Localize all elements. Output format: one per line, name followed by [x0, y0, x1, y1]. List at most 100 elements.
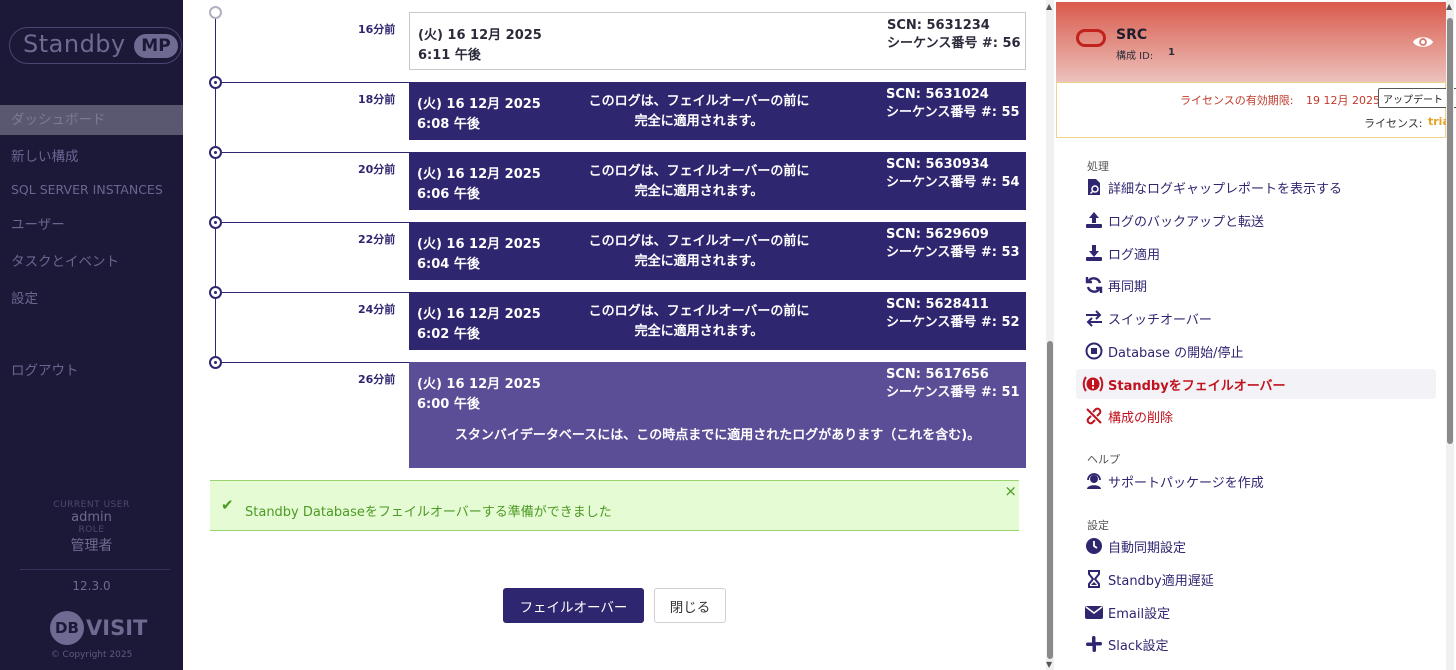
scroll-up-icon[interactable]: ▲: [1046, 2, 1052, 11]
failover-dialog: 16分前 (火) 16 12月 2025 6:11 午後 SCN: 563123…: [183, 0, 1054, 670]
log-note: このログは、フェイルオーバーの前に 完全に適用されます。: [588, 234, 810, 269]
eye-icon[interactable]: [1412, 32, 1434, 52]
time-ago: 18分前: [358, 93, 396, 106]
support-agent-icon: [1087, 473, 1101, 489]
config-name: SRC: [1116, 27, 1148, 43]
delete-config-action[interactable]: 構成の削除: [1084, 401, 1436, 429]
log-card-56: (火) 16 12月 2025 6:11 午後 SCN: 5631234 シーケ…: [409, 12, 1026, 70]
sidebar-item-users[interactable]: ユーザー: [0, 210, 183, 240]
failover-button[interactable]: フェイルオーバー: [503, 588, 644, 623]
config-status-icon: [1076, 29, 1106, 47]
logo-badge: MP: [134, 34, 178, 58]
standby-mp-logo[interactable]: Standby MP: [9, 27, 182, 64]
download-icon: [1086, 245, 1102, 261]
timeline-connector: [222, 82, 409, 83]
success-alert: ✔ Standby Databaseをフェイルオーバーする準備ができました ×: [210, 480, 1019, 531]
log-card-51: (火) 16 12月 2025 6:00 午後 SCN: 5617656 シーケ…: [409, 362, 1026, 468]
dbvisit-logo: DB VISIT: [50, 611, 150, 645]
sidebar-item-settings[interactable]: 設定: [0, 284, 183, 314]
log-scn: SCN: 5631024 シーケンス番号 #: 55: [886, 87, 1020, 120]
auto-sync-settings-action[interactable]: 自動同期設定: [1084, 531, 1436, 559]
sidebar-item-new-config[interactable]: 新しい構成: [0, 142, 183, 172]
log-date: (火) 16 12月 2025 6:11 午後: [418, 28, 542, 63]
unlink-icon: [1086, 407, 1102, 425]
scroll-down-icon[interactable]: ▼: [1046, 660, 1052, 669]
main-scrollbar-track[interactable]: ▲ ▼: [1046, 0, 1054, 670]
sidebar-divider: [20, 569, 170, 570]
current-user-label: CURRENT USER: [53, 500, 130, 510]
time-ago: 26分前: [358, 373, 396, 386]
log-backup-transfer-action[interactable]: ログのバックアップと転送: [1084, 205, 1436, 233]
log-apply-action[interactable]: ログ適用: [1084, 238, 1436, 266]
log-card-54: (火) 16 12月 2025 6:06 午後 このログは、フェイルオーバーの前…: [409, 152, 1026, 210]
panel-scrollbar[interactable]: ▲: [1446, 0, 1454, 670]
log-card-52: (火) 16 12月 2025 6:02 午後 このログは、フェイルオーバーの前…: [409, 292, 1026, 350]
timeline-connector: [222, 362, 409, 363]
log-date: (火) 16 12月 2025 6:06 午後: [417, 167, 541, 202]
copyright: © Copyright 2025: [50, 650, 133, 660]
log-note: このログは、フェイルオーバーの前に 完全に適用されます。: [588, 164, 810, 199]
panel-scroll-up-icon[interactable]: ▲: [1446, 2, 1452, 11]
close-button[interactable]: 閉じる: [654, 588, 726, 623]
clock-icon: [1086, 538, 1102, 554]
log-scn: SCN: 5630934 シーケンス番号 #: 54: [886, 157, 1020, 190]
license-type-label: ライセンス:: [1364, 117, 1423, 130]
log-scn: SCN: 5617656 シーケンス番号 #: 51: [886, 367, 1020, 400]
sync-icon: [1085, 277, 1103, 293]
logo-text: Standby: [23, 30, 126, 58]
log-date: (火) 16 12月 2025 6:08 午後: [417, 97, 541, 132]
license-update-button[interactable]: アップデート: [1378, 88, 1456, 108]
main-scrollbar-thumb[interactable]: [1047, 341, 1053, 659]
check-icon: ✔: [221, 496, 234, 514]
dbvisit-logo-mark: DB: [50, 611, 84, 645]
panel-scrollbar-thumb[interactable]: [1447, 18, 1453, 444]
sidebar-item-sql-server-instances[interactable]: SQL SERVER INSTANCES: [0, 175, 183, 205]
sidebar-item-tasks-events[interactable]: タスクとイベント: [0, 247, 183, 277]
current-user-block: CURRENT USER admin ROLE 管理者: [0, 500, 183, 555]
log-date: (火) 16 12月 2025 6:02 午後: [417, 307, 541, 342]
log-date: (火) 16 12月 2025 6:04 午後: [417, 237, 541, 272]
resync-action[interactable]: 再同期: [1084, 270, 1436, 298]
slack-settings-action[interactable]: Slack設定: [1084, 629, 1436, 657]
app-window: Standby MP ダッシュボード 新しい構成 SQL SERVER INST…: [0, 0, 1456, 670]
sidebar: Standby MP ダッシュボード 新しい構成 SQL SERVER INST…: [0, 0, 183, 670]
envelope-icon: [1085, 606, 1103, 619]
log-scn: SCN: 5631234 シーケンス番号 #: 56: [887, 18, 1021, 51]
sidebar-item-dashboard[interactable]: ダッシュボード: [0, 105, 183, 135]
timeline-dot: [209, 356, 222, 369]
log-scn: SCN: 5628411 シーケンス番号 #: 52: [886, 297, 1020, 330]
sidebar-item-logout[interactable]: ログアウト: [0, 356, 183, 386]
log-scn: SCN: 5629609 シーケンス番号 #: 53: [886, 227, 1020, 260]
timeline-dot: [209, 146, 222, 159]
timeline-dot: [209, 6, 222, 19]
standby-applied-note: スタンバイデータベースには、この時点までに適用されたログがあります（これを含む)…: [454, 428, 981, 443]
email-settings-action[interactable]: Email設定: [1084, 597, 1436, 625]
switchover-action[interactable]: スイッチオーバー: [1084, 303, 1436, 331]
timeline-dot: [209, 216, 222, 229]
config-id-label: 構成 ID:: [1116, 51, 1154, 62]
standby-failover-action[interactable]: Standbyをフェイルオーバー: [1076, 369, 1436, 399]
log-date: (火) 16 12月 2025 6:00 午後: [417, 377, 541, 412]
timeline-line: [215, 12, 216, 364]
standby-apply-delay-action[interactable]: Standby適用遅延: [1084, 564, 1436, 592]
log-note: このログは、フェイルオーバーの前に 完全に適用されます。: [588, 304, 810, 339]
alert-message: Standby Databaseをフェイルオーバーする準備ができました: [245, 505, 612, 520]
database-start-stop-action[interactable]: Database の開始/停止: [1084, 336, 1436, 364]
section-help: ヘルプ: [1087, 453, 1120, 466]
upload-icon: [1086, 212, 1102, 228]
timeline-connector: [222, 222, 409, 223]
timeline-dot: [209, 286, 222, 299]
timeline-connector: [222, 292, 409, 293]
hourglass-icon: [1088, 570, 1100, 588]
role-label: ROLE: [78, 525, 105, 535]
log-gap-report-action[interactable]: 詳細なログギャップレポートを表示する: [1084, 172, 1436, 200]
swap-icon: [1086, 310, 1102, 327]
time-ago: 22分前: [358, 233, 396, 246]
close-icon[interactable]: ×: [1004, 482, 1017, 500]
log-card-55: (火) 16 12月 2025 6:08 午後 このログは、フェイルオーバーの前…: [409, 82, 1026, 140]
timeline-connector: [222, 152, 409, 153]
alert-circle-icon: [1082, 376, 1104, 392]
license-expiry-date: 19 12月 2025: [1306, 94, 1380, 107]
stop-circle-icon: [1085, 342, 1103, 360]
support-package-action[interactable]: サポートパッケージを作成: [1084, 466, 1436, 494]
